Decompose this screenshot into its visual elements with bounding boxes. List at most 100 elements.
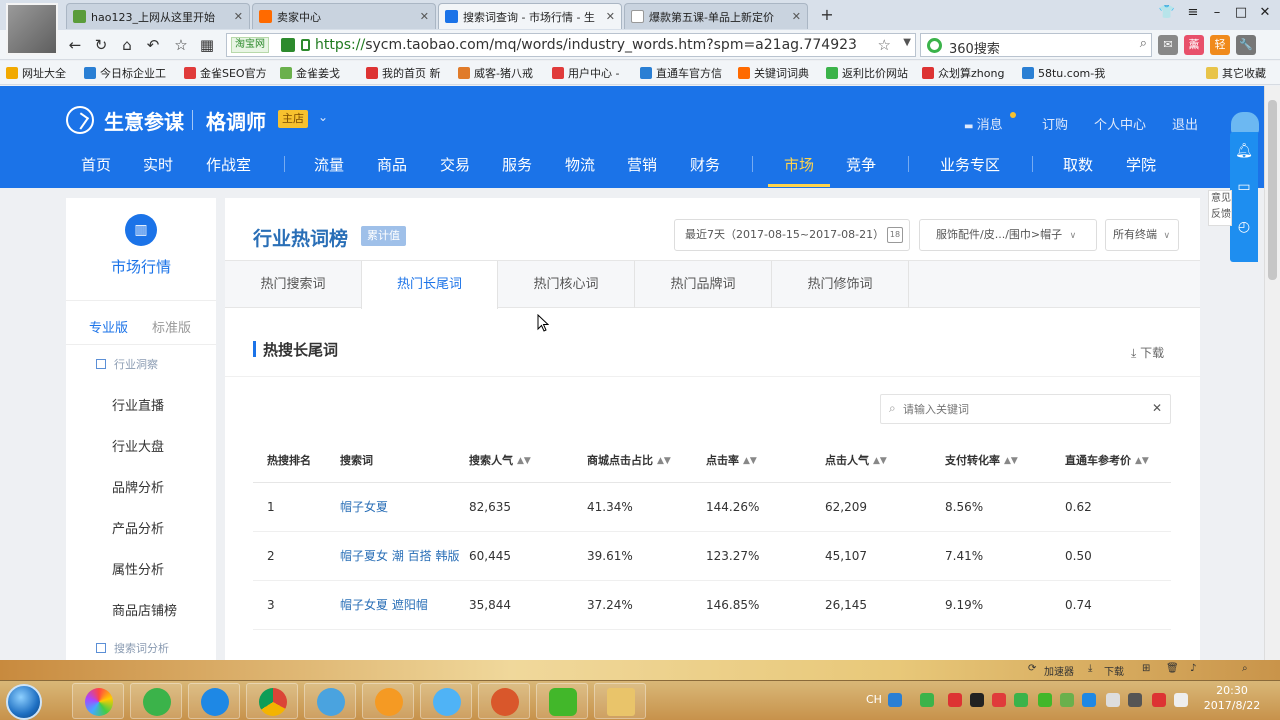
close-icon[interactable]: ✕ [420,10,429,23]
col-search-popularity[interactable]: 搜索人气 ▲▼ [469,438,531,483]
bookmark-item[interactable]: 今日标企业工 [84,65,166,81]
bookmark-folder[interactable]: 其它收藏 [1206,65,1266,81]
bookmark-item[interactable]: 关键词词典 [738,65,809,81]
sort-icon[interactable]: ▲▼ [743,439,757,484]
app-tray-icon[interactable] [1152,693,1166,707]
scrollbar-thumb[interactable] [1268,100,1277,280]
download-button[interactable]: ⤓ 下载 [1131,344,1164,361]
bookmark-item[interactable]: 威客-猪八戒 [458,65,533,81]
taskbar-app-pinwheel[interactable] [72,683,124,719]
sort-icon[interactable]: ▲▼ [1004,439,1018,484]
refresh-icon[interactable]: ↻ [90,34,112,56]
shield-tray-icon[interactable] [1014,693,1028,707]
wechat-tray-icon[interactable] [1038,693,1052,707]
input-language[interactable]: CH [866,693,882,706]
taskbar-app-wechat[interactable] [536,683,588,719]
sidebar-item-store-ranking[interactable]: 商品店铺榜 [112,600,177,619]
nav-marketing[interactable]: 营销 [627,154,657,175]
bookmark-item[interactable]: 58tu.com-我 [1022,65,1105,81]
volume-tray-icon[interactable] [1174,693,1188,707]
bookmark-item[interactable]: 众划算zhong [922,65,1004,81]
app-tray-icon[interactable] [1082,693,1096,707]
col-ctr[interactable]: 点击率 ▲▼ [706,438,757,483]
home-icon[interactable]: ⌂ [116,34,138,56]
browser-search-box[interactable]: 360搜索 ⌕ [920,33,1152,57]
taskbar-app-ie[interactable] [130,683,182,719]
nav-trade[interactable]: 交易 [440,154,470,175]
profile-link[interactable]: 个人中心 [1094,114,1146,133]
app-tray-icon[interactable] [948,693,962,707]
accelerator-label[interactable]: 加速器 [1044,663,1074,678]
taskbar-app-sogou[interactable] [188,683,240,719]
sidebar-group-industry-insight[interactable]: 行业洞察 [96,356,158,372]
nav-market[interactable]: 市场 [784,154,814,175]
bookmark-item[interactable]: 网址大全 [6,65,66,81]
chat-icon[interactable]: ▭ [1230,170,1258,204]
nav-war-room[interactable]: 作战室 [206,154,251,175]
address-bar[interactable]: 淘宝网 https://sycm.taobao.com/mq/words/ind… [226,33,916,57]
browser-tab-hao123[interactable]: hao123_上网从这里开始 ✕ [66,3,250,29]
taskbar-app-weibo[interactable] [362,683,414,719]
bookmark-item[interactable]: 金雀姜戈 [280,65,340,81]
sidebar-item-brand-analysis[interactable]: 品牌分析 [112,477,164,496]
tab-hot-search[interactable]: 热门搜索词 [225,261,362,308]
wrench-icon[interactable]: 🔧 [1236,35,1256,55]
user-avatar[interactable] [6,3,58,55]
keyword-search[interactable]: ⌕ ✕ [880,394,1171,424]
terminal-select[interactable]: 所有终端 ∨ [1105,219,1179,251]
sort-icon[interactable]: ▲▼ [517,439,531,484]
bookmark-item[interactable]: 我的首页 新 [366,65,441,81]
keyword-search-input[interactable] [903,400,1143,418]
clock-icon[interactable]: ◴ [1230,210,1258,244]
sort-icon[interactable]: ▲▼ [1135,439,1149,484]
dropdown-caret-icon[interactable]: ▼ [903,37,911,48]
taskbar-app-chrome[interactable] [246,683,298,719]
app-tray-icon[interactable] [1060,693,1074,707]
nav-business-zone[interactable]: 业务专区 [940,154,1000,175]
trash-icon[interactable]: 🗑︎ [1166,663,1179,674]
close-icon[interactable]: ✕ [234,10,243,23]
battery-tray-icon[interactable] [920,693,934,707]
apps-grid-icon[interactable]: ▦ [196,34,218,56]
minimize-icon[interactable]: – [1206,3,1228,23]
col-click-popularity[interactable]: 点击人气 ▲▼ [825,438,887,483]
signal-tray-icon[interactable] [1128,693,1142,707]
page-scrollbar[interactable] [1264,86,1280,660]
version-standard-tab[interactable]: 标准版 [152,317,191,336]
maximize-icon[interactable]: □ [1230,3,1252,23]
sort-icon[interactable]: ▲▼ [873,439,887,484]
nav-traffic[interactable]: 流量 [314,154,344,175]
download-icon[interactable]: ⤓ [1088,663,1092,674]
tab-hot-brand[interactable]: 热门品牌词 [635,261,772,308]
close-window-icon[interactable]: ✕ [1254,3,1276,23]
tab-hot-core[interactable]: 热门核心词 [498,261,635,308]
accelerator-icon[interactable]: ⟳ [1028,663,1036,674]
shirt-icon[interactable]: 👕 [1156,3,1178,23]
cloud-assistant-icon[interactable] [1231,112,1259,134]
speaker-icon[interactable]: ♪ [1190,663,1196,674]
bookmark-item[interactable]: 返利比价网站 [826,65,908,81]
taskbar-clock[interactable]: 20:30 2017/8/22 [1200,683,1264,713]
bookmark-item[interactable]: 直通车官方信 [640,65,722,81]
sidebar-item-industry-live[interactable]: 行业直播 [112,395,164,414]
taskbar-app-cloud[interactable] [420,683,472,719]
start-button[interactable] [6,684,42,720]
nav-realtime[interactable]: 实时 [143,154,173,175]
weibo-icon[interactable]: 薰 [1184,35,1204,55]
col-ztc-price[interactable]: 直通车参考价 ▲▼ [1065,438,1149,483]
brand-name[interactable]: 生意参谋 [104,106,184,135]
sidebar-group-search-analysis[interactable]: 搜索词分析 [96,640,169,656]
app-tray-icon[interactable] [992,693,1006,707]
tool-icon[interactable]: 轻 [1210,35,1230,55]
category-select[interactable]: 服饰配件/皮.../围巾>帽子 ∨ [919,219,1097,251]
message-link[interactable]: ▬ 消息 [964,114,1003,133]
browser-tab-search-query[interactable]: 搜索词查询 - 市场行情 - 生 ✕ [438,3,622,29]
nav-home[interactable]: 首页 [81,154,111,175]
logout-link[interactable]: 退出 [1172,114,1198,133]
nav-service[interactable]: 服务 [502,154,532,175]
new-tab-button[interactable]: + [816,6,838,26]
sort-icon[interactable]: ▲▼ [657,439,671,484]
mail-icon[interactable]: ✉ [1158,35,1178,55]
cell-keyword-link[interactable]: 帽子女夏 遮阳帽 [340,581,428,630]
shop-name[interactable]: 格调师 [206,106,266,135]
